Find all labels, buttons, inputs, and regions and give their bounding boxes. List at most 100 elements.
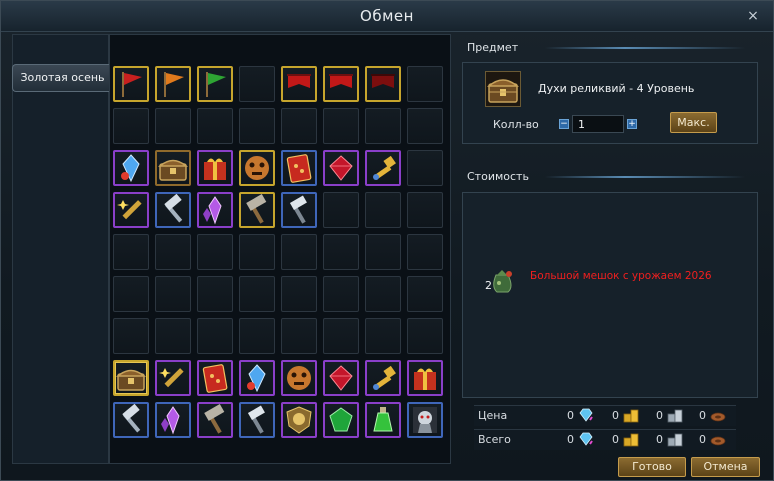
empty-grid-slot[interactable] [281, 234, 317, 270]
done-button[interactable]: Готово [618, 457, 686, 477]
grid-item-slot[interactable] [113, 360, 149, 396]
empty-grid-slot[interactable] [239, 108, 275, 144]
grid-item-slot[interactable] [197, 360, 233, 396]
max-quantity-button[interactable]: Макс. [670, 112, 717, 133]
empty-grid-slot[interactable] [197, 318, 233, 354]
grid-item-slot[interactable] [113, 402, 149, 438]
empty-grid-slot[interactable] [365, 108, 401, 144]
empty-grid-slot[interactable] [239, 66, 275, 102]
empty-grid-slot[interactable] [113, 318, 149, 354]
grid-item-slot[interactable] [281, 402, 317, 438]
empty-grid-slot[interactable] [365, 276, 401, 312]
category-list [12, 34, 109, 464]
total-diamond-value: 0 [567, 433, 574, 446]
stone-hammer-icon [246, 194, 267, 224]
grid-item-slot[interactable] [365, 360, 401, 396]
empty-grid-slot[interactable] [365, 234, 401, 270]
grid-item-slot[interactable] [365, 66, 401, 102]
cost-section-divider [545, 176, 745, 178]
grid-item-slot[interactable] [281, 66, 317, 102]
grid-item-slot[interactable] [197, 402, 233, 438]
empty-grid-slot[interactable] [407, 192, 443, 228]
treasure-chest-icon [485, 71, 521, 107]
grid-item-slot[interactable] [365, 402, 401, 438]
quantity-increase-button[interactable]: + [627, 119, 637, 129]
grid-item-slot[interactable] [155, 402, 191, 438]
empty-grid-slot[interactable] [155, 318, 191, 354]
grid-item-slot[interactable] [113, 150, 149, 186]
empty-grid-slot[interactable] [197, 234, 233, 270]
empty-grid-slot[interactable] [407, 234, 443, 270]
stone-hammer-icon [204, 404, 225, 434]
red-card-icon [286, 154, 312, 183]
lion-crest-icon [286, 406, 312, 434]
grid-item-slot[interactable] [323, 360, 359, 396]
empty-grid-slot[interactable] [407, 108, 443, 144]
empty-grid-slot[interactable] [407, 276, 443, 312]
exchange-window: Обмен × Золотая осень Предмет Духи релик… [0, 0, 774, 481]
grid-item-slot[interactable] [239, 402, 275, 438]
close-button[interactable]: × [745, 8, 761, 24]
grid-item-slot[interactable] [197, 150, 233, 186]
empty-grid-slot[interactable] [323, 192, 359, 228]
empty-grid-slot[interactable] [365, 318, 401, 354]
empty-grid-slot[interactable] [197, 108, 233, 144]
empty-grid-slot[interactable] [323, 318, 359, 354]
empty-grid-slot[interactable] [407, 150, 443, 186]
grid-item-slot[interactable] [365, 150, 401, 186]
empty-grid-slot[interactable] [239, 234, 275, 270]
empty-grid-slot[interactable] [155, 276, 191, 312]
quantity-decrease-button[interactable]: − [559, 119, 569, 129]
grid-item-slot[interactable] [281, 360, 317, 396]
grid-item-slot[interactable] [281, 192, 317, 228]
empty-grid-slot[interactable] [323, 276, 359, 312]
quantity-input[interactable] [572, 115, 624, 133]
item-section-header: Предмет [467, 41, 519, 54]
empty-grid-slot[interactable] [365, 192, 401, 228]
empty-grid-slot[interactable] [113, 234, 149, 270]
red-gift-box-icon [204, 158, 226, 180]
grid-item-slot[interactable] [323, 150, 359, 186]
empty-grid-slot[interactable] [407, 66, 443, 102]
details-panel: Предмет Духи реликвий - 4 Уровень Колл-в… [453, 34, 765, 464]
empty-grid-slot[interactable] [197, 276, 233, 312]
silver-coins-icon [667, 433, 683, 447]
empty-grid-slot[interactable] [281, 276, 317, 312]
grid-item-slot[interactable] [197, 66, 233, 102]
cancel-button[interactable]: Отмена [691, 457, 760, 477]
total-copper-value: 0 [699, 433, 706, 446]
grid-item-slot[interactable] [155, 150, 191, 186]
grid-item-slot[interactable] [155, 192, 191, 228]
grid-item-slot[interactable] [407, 360, 443, 396]
grid-item-slot[interactable] [113, 66, 149, 102]
grid-item-slot[interactable] [155, 360, 191, 396]
empty-grid-slot[interactable] [323, 108, 359, 144]
empty-grid-slot[interactable] [113, 108, 149, 144]
gold-coins-icon [623, 433, 639, 447]
grid-item-slot[interactable] [113, 192, 149, 228]
empty-grid-slot[interactable] [281, 318, 317, 354]
tab-golden-autumn[interactable]: Золотая осень [12, 64, 112, 92]
grid-item-slot[interactable] [323, 66, 359, 102]
empty-grid-slot[interactable] [155, 234, 191, 270]
grid-item-slot[interactable] [239, 192, 275, 228]
grid-item-slot[interactable] [239, 360, 275, 396]
sparkle-scroll-icon [117, 200, 142, 220]
empty-grid-slot[interactable] [155, 108, 191, 144]
diamond-icon [579, 432, 593, 446]
empty-grid-slot[interactable] [239, 318, 275, 354]
empty-grid-slot[interactable] [323, 234, 359, 270]
grid-item-slot[interactable] [407, 402, 443, 438]
cost-box: 2 Большой мешок с урожаем 2026 [462, 192, 758, 398]
grid-item-slot[interactable] [197, 192, 233, 228]
blue-crystal-icon [247, 364, 266, 393]
red-banner-icon [287, 74, 311, 88]
grid-item-slot[interactable] [281, 150, 317, 186]
empty-grid-slot[interactable] [239, 276, 275, 312]
empty-grid-slot[interactable] [407, 318, 443, 354]
empty-grid-slot[interactable] [113, 276, 149, 312]
empty-grid-slot[interactable] [281, 108, 317, 144]
grid-item-slot[interactable] [155, 66, 191, 102]
grid-item-slot[interactable] [323, 402, 359, 438]
grid-item-slot[interactable] [239, 150, 275, 186]
